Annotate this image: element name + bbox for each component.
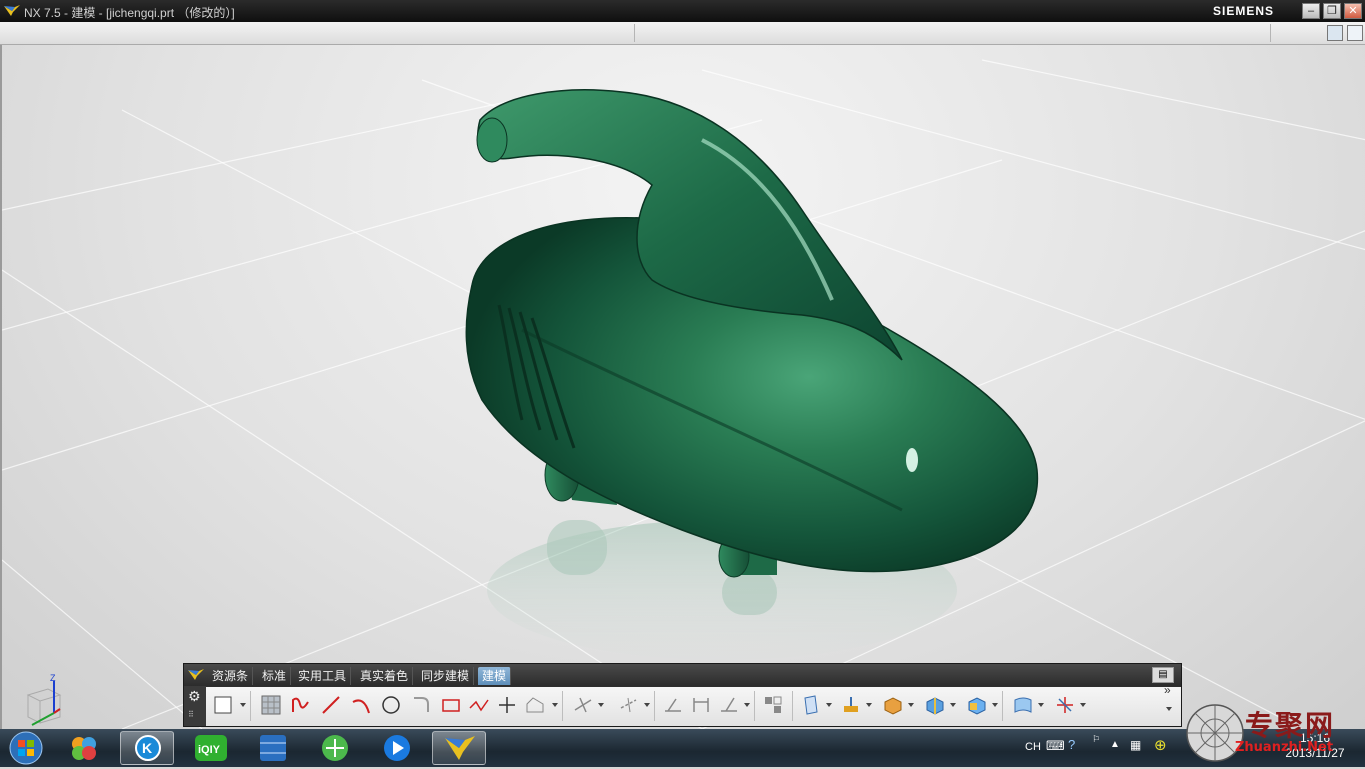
add-icon[interactable]: ⊕ bbox=[1154, 736, 1167, 754]
network-icon[interactable]: ▦ bbox=[1130, 738, 1141, 752]
trim-icon[interactable] bbox=[572, 694, 594, 716]
rectangle-icon[interactable] bbox=[440, 694, 462, 716]
graphics-viewport[interactable]: Z bbox=[0, 45, 1365, 729]
circle-icon[interactable] bbox=[380, 694, 402, 716]
sketch-icon[interactable] bbox=[212, 694, 234, 716]
nx-logo-icon bbox=[445, 736, 475, 760]
ribbon-tabs: 资源条 标准 实用工具 真实着色 同步建模 建模 ▤ bbox=[184, 664, 1181, 686]
show-hidden-icons-icon[interactable]: ▲ bbox=[1110, 739, 1120, 750]
view-options-icon[interactable] bbox=[1327, 25, 1343, 41]
menu-strip bbox=[0, 22, 1365, 45]
model-handle-end bbox=[476, 117, 508, 163]
iqiyi-icon[interactable]: iQIY bbox=[184, 731, 238, 765]
minimize-button[interactable]: – bbox=[1302, 3, 1320, 19]
auto-constrain-icon[interactable] bbox=[718, 694, 740, 716]
toolbar-separator bbox=[792, 691, 793, 721]
start-button-icon[interactable] bbox=[6, 730, 46, 766]
extend-dropdown-icon[interactable] bbox=[644, 703, 650, 707]
tab-modeling[interactable]: 建模 bbox=[478, 667, 512, 685]
unite-dropdown-icon[interactable] bbox=[950, 703, 956, 707]
extrude-icon[interactable] bbox=[840, 694, 862, 716]
title-bar: NX 7.5 - 建模 - [jichengqi.prt （修改的）] SIEM… bbox=[0, 0, 1365, 22]
trim-dropdown-icon[interactable] bbox=[598, 703, 604, 707]
surface-dropdown-icon[interactable] bbox=[1038, 703, 1044, 707]
extrude-dropdown-icon[interactable] bbox=[866, 703, 872, 707]
taskbar-app-k[interactable]: K bbox=[120, 731, 174, 765]
toolbar-separator bbox=[562, 691, 563, 721]
datum-plane-icon[interactable] bbox=[800, 694, 822, 716]
ribbon-side: ⚙ ⠿ bbox=[184, 686, 206, 726]
arc-icon[interactable] bbox=[350, 694, 372, 716]
watermark-url: Zhuanzhi.Net bbox=[1235, 740, 1334, 755]
extend-icon[interactable] bbox=[618, 694, 640, 716]
point-icon[interactable] bbox=[496, 694, 518, 716]
model-scene[interactable] bbox=[2, 45, 1365, 729]
move-object-icon[interactable] bbox=[1054, 694, 1076, 716]
film-app-icon[interactable] bbox=[246, 731, 300, 765]
restore-button[interactable]: ❐ bbox=[1323, 3, 1341, 19]
tab-utilities[interactable]: 实用工具 bbox=[294, 667, 352, 685]
tab-standard[interactable]: 标准 bbox=[258, 667, 292, 685]
watermark-text: 专聚网 bbox=[1245, 709, 1336, 742]
strip-divider bbox=[1270, 24, 1271, 42]
constraint-icon[interactable] bbox=[662, 694, 684, 716]
polyline-icon[interactable] bbox=[468, 694, 490, 716]
edge-blend-icon[interactable] bbox=[966, 694, 988, 716]
blend-dropdown-icon[interactable] bbox=[992, 703, 998, 707]
browser-icon[interactable] bbox=[308, 731, 362, 765]
nx-logo-icon[interactable] bbox=[3, 3, 21, 19]
block-dropdown-icon[interactable] bbox=[908, 703, 914, 707]
surface-icon[interactable] bbox=[1012, 694, 1034, 716]
wcs-triad-icon[interactable] bbox=[20, 673, 70, 729]
tab-resource-bar[interactable]: 资源条 bbox=[208, 667, 254, 685]
gear-icon[interactable]: ⚙ bbox=[188, 688, 201, 705]
window-title: NX 7.5 - 建模 - [jichengqi.prt （修改的）] bbox=[24, 6, 235, 20]
player-app-icon[interactable] bbox=[57, 731, 111, 765]
strip-divider bbox=[634, 24, 635, 42]
more-tools-button[interactable]: » bbox=[1164, 683, 1171, 697]
language-indicator[interactable]: CH bbox=[1025, 741, 1041, 753]
unite-icon[interactable] bbox=[924, 694, 946, 716]
siemens-brand: SIEMENS bbox=[1213, 4, 1275, 18]
media-player-icon[interactable] bbox=[370, 731, 424, 765]
svg-text:iQIY: iQIY bbox=[198, 744, 221, 756]
ribbon-options-button[interactable]: ▤ bbox=[1152, 667, 1174, 683]
nx-logo-icon[interactable] bbox=[187, 667, 205, 683]
ime-options-icon[interactable]: ⚐ bbox=[1092, 734, 1100, 745]
tab-synchronous-modeling[interactable]: 同步建模 bbox=[417, 667, 475, 685]
fillet-icon[interactable] bbox=[410, 694, 432, 716]
keyboard-icon[interactable]: ⌨ bbox=[1046, 738, 1065, 754]
datum-dropdown-icon[interactable] bbox=[826, 703, 832, 707]
help-icon[interactable]: ? bbox=[1068, 737, 1075, 752]
toolbar-separator bbox=[754, 691, 755, 721]
block-icon[interactable] bbox=[882, 694, 904, 716]
profile-icon[interactable] bbox=[290, 694, 312, 716]
close-button[interactable]: ✕ bbox=[1344, 3, 1362, 19]
pattern-icon[interactable] bbox=[762, 694, 784, 716]
grip-icon[interactable]: ⠿ bbox=[188, 710, 194, 719]
sketch-dropdown-icon[interactable] bbox=[240, 703, 246, 707]
triad-z-label: Z bbox=[50, 673, 56, 683]
ribbon-tools: » bbox=[206, 683, 1181, 726]
toolbar-separator bbox=[250, 691, 251, 721]
window-layout-icon[interactable] bbox=[1347, 25, 1363, 41]
constraint-dropdown-icon[interactable] bbox=[744, 703, 750, 707]
dimension-icon[interactable] bbox=[690, 694, 712, 716]
move-dropdown-icon[interactable] bbox=[1080, 703, 1086, 707]
line-icon[interactable] bbox=[320, 694, 342, 716]
ribbon-toolbar: 资源条 标准 实用工具 真实着色 同步建模 建模 ▤ ⚙ ⠿ » bbox=[183, 663, 1182, 727]
toolbar-options-dropdown-icon[interactable] bbox=[1166, 707, 1172, 711]
offset-curve-icon[interactable] bbox=[524, 694, 546, 716]
toolbar-separator bbox=[654, 691, 655, 721]
taskbar-app-nx[interactable] bbox=[432, 731, 486, 765]
windows-taskbar: K iQIY CH ⌨ ? ⚐ ▲ ▦ ⊕ bbox=[0, 729, 1365, 767]
toolbar-separator bbox=[1002, 691, 1003, 721]
watermark: 专聚网 Zhuanzhi.Net bbox=[1185, 702, 1365, 767]
svg-text:K: K bbox=[142, 740, 152, 756]
highlight bbox=[906, 448, 918, 472]
sketch-grid-icon[interactable] bbox=[260, 694, 282, 716]
kugou-icon: K bbox=[135, 735, 161, 761]
curve-dropdown-icon[interactable] bbox=[552, 703, 558, 707]
tab-true-shading[interactable]: 真实着色 bbox=[356, 667, 414, 685]
